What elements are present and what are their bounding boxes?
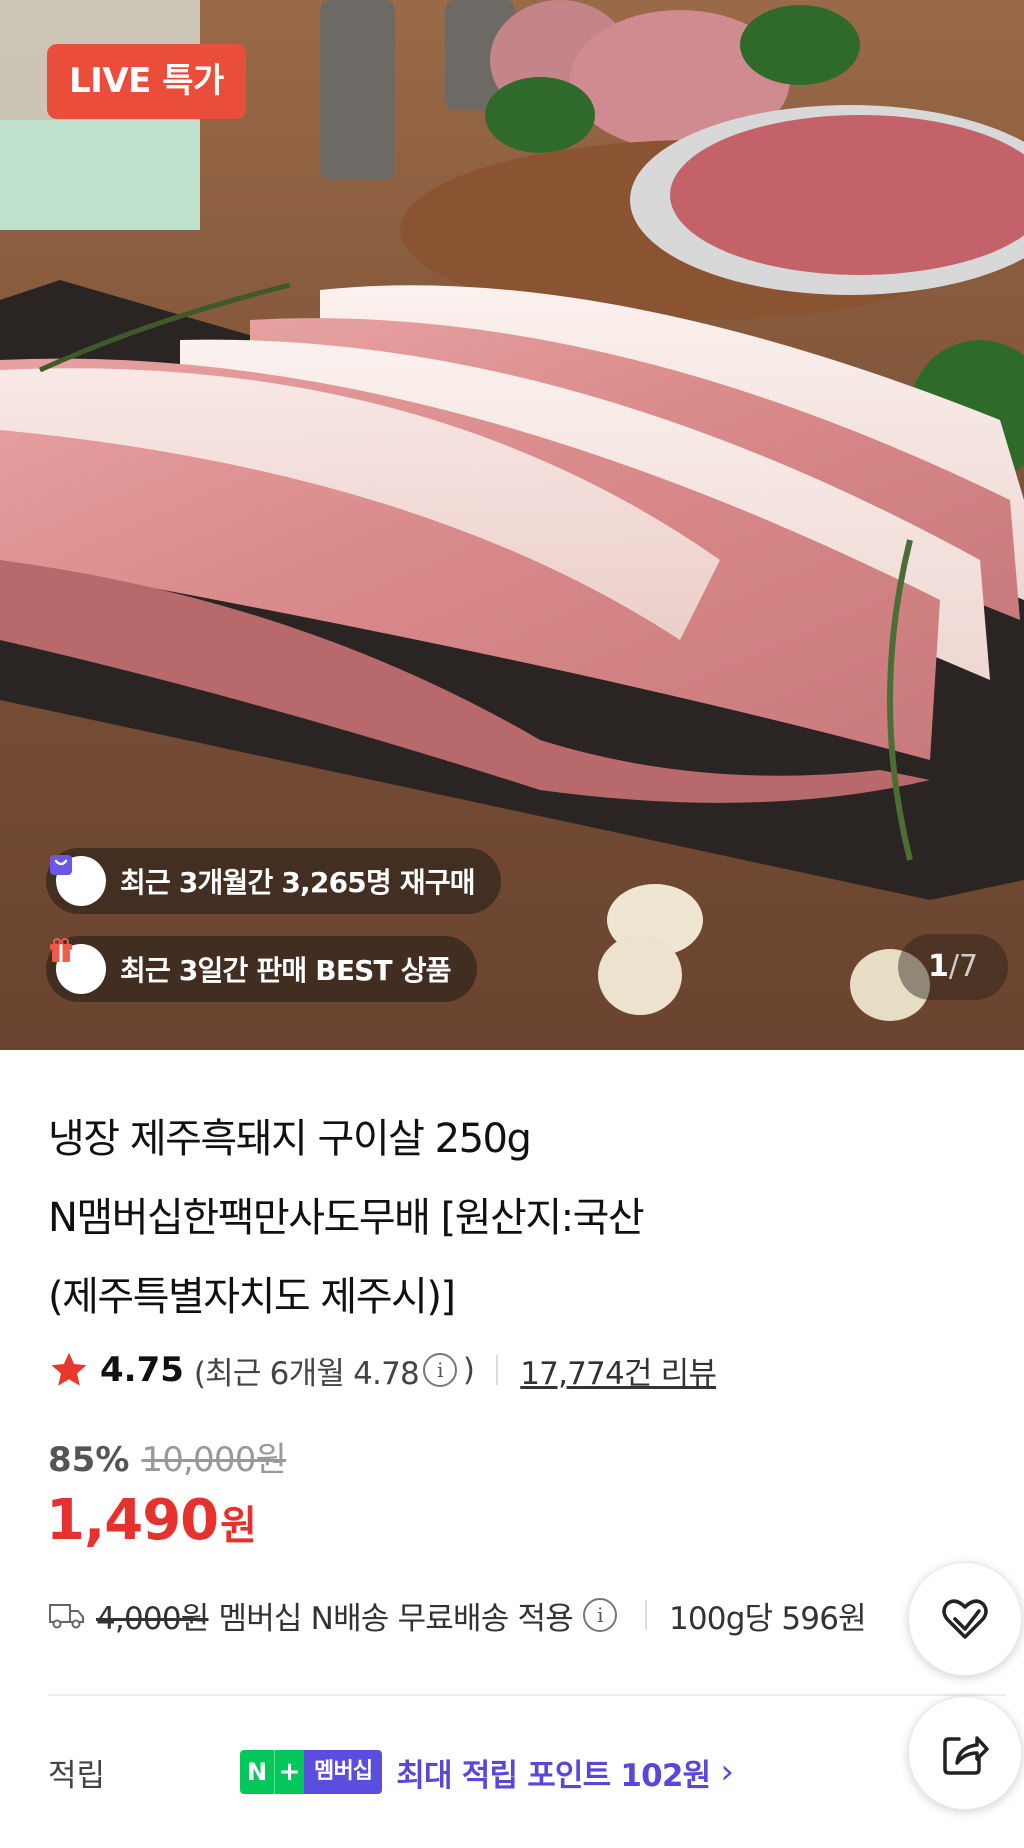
divider bbox=[644, 1600, 647, 1630]
heart-check-icon bbox=[942, 1599, 988, 1639]
product-title-line: N맴버십한팩만사도무배 [원산지:국산 bbox=[48, 1195, 645, 1241]
live-special-badge: LIVE 특가 bbox=[47, 44, 246, 119]
best-seller-chip: 최근 3일간 판매 BEST 상품 bbox=[46, 936, 477, 1002]
rating-row: 4.75 (최근 6개월 4.78 i ) 17,774건 리뷰 bbox=[48, 1346, 717, 1394]
product-title-line: (제주특별자치도 제주시)] bbox=[48, 1274, 456, 1320]
gift-box-icon bbox=[50, 938, 106, 994]
chevron-right-icon: › bbox=[720, 1752, 734, 1792]
best-seller-text: 최근 3일간 판매 BEST 상품 bbox=[120, 954, 452, 987]
repurchase-text: 최근 3개월간 3,265명 재구매 bbox=[120, 866, 476, 899]
points-label: 적립 bbox=[48, 1757, 106, 1794]
recent-rating-text: (최근 6개월 4.78 bbox=[193, 1355, 420, 1392]
image-pager: 1/7 bbox=[898, 934, 1008, 1000]
product-image-carousel[interactable]: LIVE 특가 최근 3개월간 3,265명 재구매 최근 3일간 판매 BES… bbox=[0, 0, 1024, 1050]
divider bbox=[496, 1355, 499, 1385]
share-button[interactable] bbox=[908, 1696, 1022, 1810]
free-shipping-text: 멤버십 N배송 무료배송 적용 bbox=[218, 1600, 573, 1637]
pager-current: 1 bbox=[927, 949, 949, 984]
npay-plus-mark: + bbox=[274, 1750, 304, 1794]
wishlist-button[interactable] bbox=[908, 1562, 1022, 1676]
shipping-row: 4,000원 멤버십 N배송 무료배송 적용 i 100g당 596원 bbox=[48, 1590, 908, 1640]
unit-price: 100g당 596원 bbox=[668, 1600, 867, 1637]
info-icon[interactable]: i bbox=[422, 1353, 457, 1387]
pager-total: 7 bbox=[958, 949, 979, 984]
npay-n-mark: N bbox=[240, 1750, 274, 1794]
review-count-link[interactable]: 17,774건 리뷰 bbox=[520, 1348, 717, 1393]
star-icon bbox=[51, 1352, 87, 1386]
original-price: 10,000원 bbox=[141, 1440, 287, 1480]
shipping-info-icon[interactable]: i bbox=[582, 1598, 617, 1632]
points-row[interactable]: 적립 N + 멤버십 최대 적립 포인트 102원 › bbox=[48, 1742, 868, 1802]
sale-price: 1,490 원 bbox=[46, 1488, 257, 1553]
product-title-line: 냉장 제주흑돼지 구이살 250g bbox=[48, 1116, 532, 1162]
pager-separator: / bbox=[948, 949, 959, 984]
sale-price-number: 1,490 bbox=[46, 1488, 219, 1553]
discount-row: 85% 10,000원 bbox=[48, 1432, 287, 1481]
sale-price-unit: 원 bbox=[220, 1503, 257, 1549]
membership-mark: 멤버십 bbox=[304, 1750, 383, 1794]
repurchase-chip: 최근 3개월간 3,265명 재구매 bbox=[46, 848, 501, 914]
npay-membership-badge: N + 멤버십 bbox=[240, 1750, 383, 1794]
max-points-text[interactable]: 최대 적립 포인트 102원 bbox=[396, 1750, 711, 1795]
recent-rating-close: ) bbox=[462, 1352, 475, 1388]
shopping-bag-icon bbox=[50, 855, 106, 906]
recent-rating: (최근 6개월 4.78 i ) bbox=[193, 1348, 475, 1393]
delivery-truck-icon bbox=[49, 1604, 84, 1629]
discount-rate: 85% bbox=[48, 1440, 130, 1480]
original-shipping-fee: 4,000원 bbox=[96, 1600, 209, 1637]
rating-score: 4.75 bbox=[100, 1350, 184, 1390]
share-icon bbox=[943, 1736, 989, 1775]
product-title: 냉장 제주흑돼지 구이살 250g N맴버십한팩만사도무배 [원산지:국산 (제… bbox=[48, 1100, 808, 1337]
section-divider bbox=[48, 1694, 1006, 1696]
